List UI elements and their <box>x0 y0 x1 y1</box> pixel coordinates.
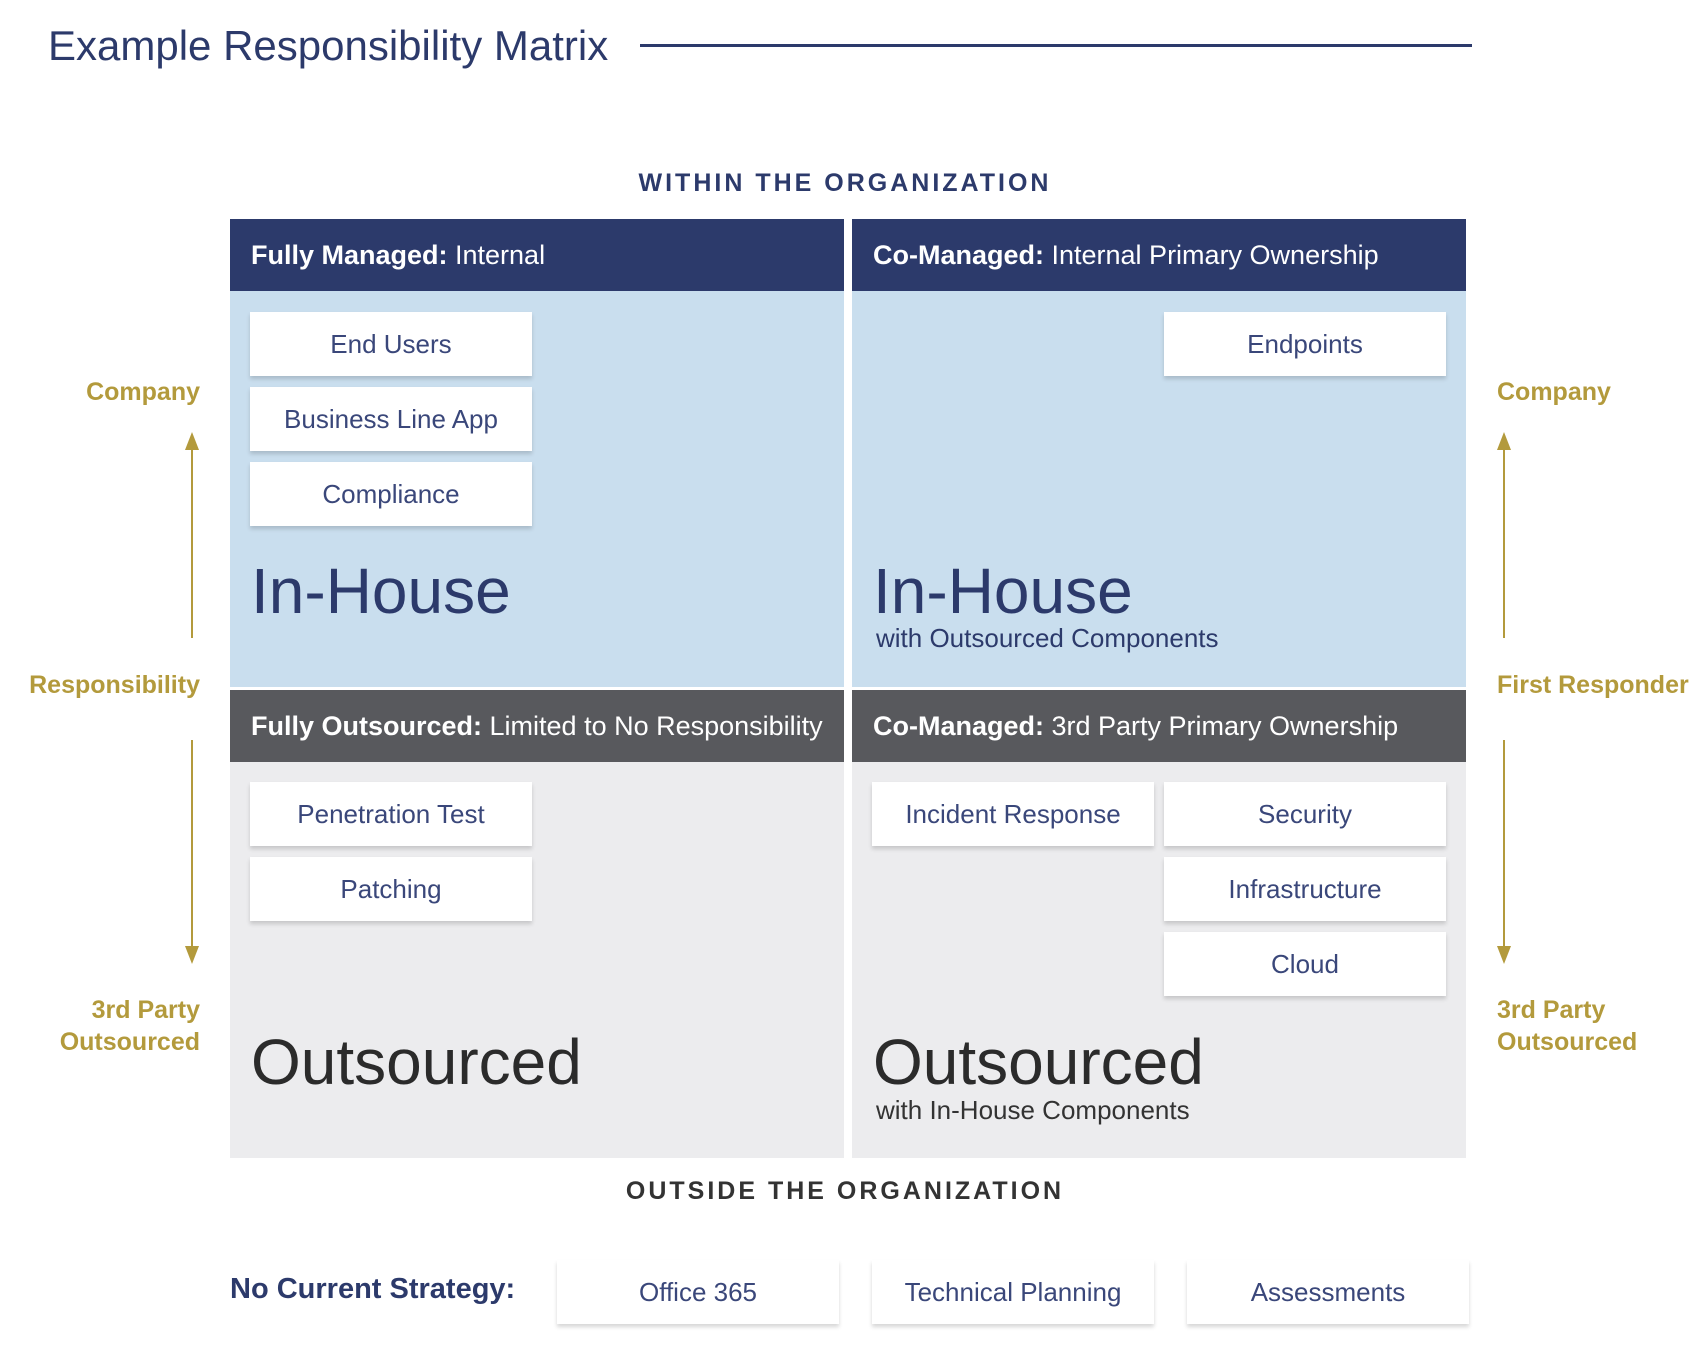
card-assessments: Assessments <box>1187 1260 1469 1324</box>
quadrant-header: Fully Outsourced: Limited to No Responsi… <box>230 690 844 762</box>
left-arrow-up-head <box>185 432 199 450</box>
right-axis-bottom-label-1: 3rd Party <box>1497 996 1606 1024</box>
quadrant-fully-managed: Fully Managed: Internal End Users Busine… <box>230 219 844 687</box>
quadrant-main-label: In-House <box>251 555 511 627</box>
header-bold: Fully Managed: <box>251 240 448 270</box>
quadrant-main-label: Outsourced <box>251 1026 582 1098</box>
header-bold: Co-Managed: <box>873 240 1044 270</box>
header-rest: Limited to No Responsibility <box>482 711 823 741</box>
right-arrow-up-head <box>1497 432 1511 450</box>
quadrant-header: Co-Managed: 3rd Party Primary Ownership <box>852 690 1466 762</box>
title-rule <box>640 44 1472 47</box>
within-organization-label: WITHIN THE ORGANIZATION <box>638 169 1052 197</box>
quadrant-co-managed-third-party: Co-Managed: 3rd Party Primary Ownership … <box>852 690 1466 1158</box>
quadrant-header: Co-Managed: Internal Primary Ownership <box>852 219 1466 291</box>
quadrant-main-label: Outsourced <box>873 1026 1204 1098</box>
card-technical-planning: Technical Planning <box>872 1260 1154 1324</box>
card-penetration-test: Penetration Test <box>250 782 532 846</box>
card-security: Security <box>1164 782 1446 846</box>
card-compliance: Compliance <box>250 462 532 526</box>
card-office-365: Office 365 <box>557 1260 839 1324</box>
left-axis-top-label: Company <box>86 378 200 406</box>
card-incident-response: Incident Response <box>872 782 1154 846</box>
page-title: Example Responsibility Matrix <box>48 22 609 69</box>
right-axis-bottom-label-2: Outsourced <box>1497 1028 1638 1056</box>
no-current-strategy-label: No Current Strategy: <box>230 1273 516 1305</box>
quadrant-co-managed-internal: Co-Managed: Internal Primary Ownership E… <box>852 219 1466 687</box>
quadrant-sub-label: with In-House Components <box>876 1095 1190 1125</box>
right-axis-middle-label: First Responder <box>1497 671 1689 699</box>
quadrant-main-label: In-House <box>873 555 1133 627</box>
card-endpoints: Endpoints <box>1164 312 1446 376</box>
outside-organization-label: OUTSIDE THE ORGANIZATION <box>625 1177 1065 1205</box>
right-axis-top-label: Company <box>1497 378 1611 406</box>
left-axis-bottom-label-1: 3rd Party <box>91 996 200 1024</box>
card-business-line-app: Business Line App <box>250 387 532 451</box>
quadrant-header: Fully Managed: Internal <box>230 219 844 291</box>
left-axis-bottom-label-2: Outsourced <box>59 1028 200 1056</box>
header-rest: Internal Primary Ownership <box>1044 240 1379 270</box>
right-arrow-down-head <box>1497 946 1511 964</box>
header-rest: Internal <box>447 240 546 270</box>
quadrant-fully-outsourced: Fully Outsourced: Limited to No Responsi… <box>230 690 844 1158</box>
header-rest: 3rd Party Primary Ownership <box>1044 711 1399 741</box>
header-bold: Co-Managed: <box>873 711 1044 741</box>
card-infrastructure: Infrastructure <box>1164 857 1446 921</box>
left-axis-middle-label: Responsibility <box>29 671 200 699</box>
header-bold: Fully Outsourced: <box>251 711 483 741</box>
card-patching: Patching <box>250 857 532 921</box>
left-arrow-down-head <box>185 946 199 964</box>
card-cloud: Cloud <box>1164 932 1446 996</box>
card-end-users: End Users <box>250 312 532 376</box>
quadrant-sub-label: with Outsourced Components <box>876 623 1219 653</box>
